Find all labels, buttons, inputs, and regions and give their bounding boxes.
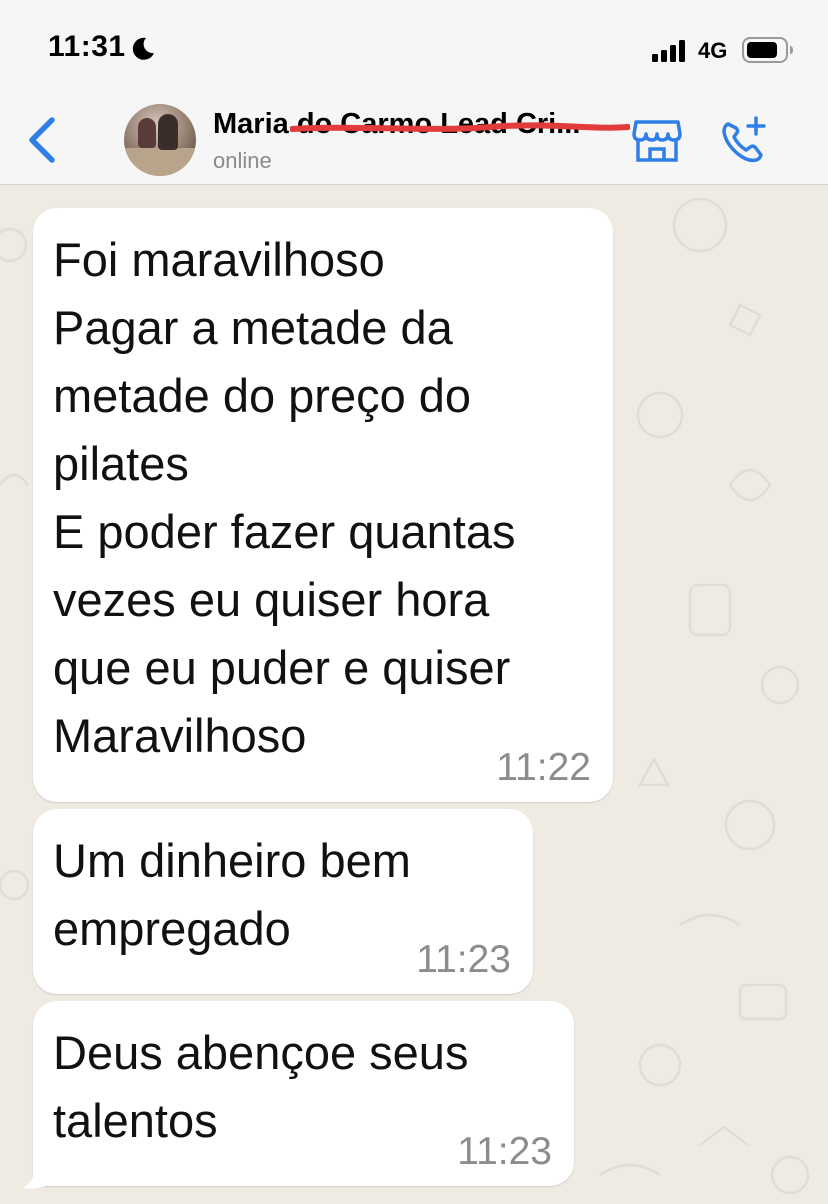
- message-bubble[interactable]: Deus abençoe seus talentos 11:23: [33, 1001, 574, 1186]
- message-bubble[interactable]: Foi maravilhoso Pagar a metade da metade…: [33, 208, 613, 802]
- contact-status: online: [213, 148, 272, 173]
- signal-icon: [652, 40, 685, 62]
- chat-header: Maria do Carmo Lead Cri... online: [0, 100, 828, 185]
- shop-icon[interactable]: [632, 118, 682, 164]
- bubble-tail: [22, 1170, 50, 1189]
- back-chevron-icon[interactable]: [20, 114, 64, 166]
- chat-area[interactable]: Foi maravilhoso Pagar a metade da metade…: [0, 185, 828, 1204]
- message-time: 11:23: [416, 938, 511, 981]
- status-bar: 11:31 4G: [0, 0, 828, 100]
- message-text: Foi maravilhoso Pagar a metade da metade…: [53, 233, 516, 762]
- redaction-strike: [290, 122, 630, 132]
- message-time: 11:23: [457, 1130, 552, 1173]
- battery-icon: [742, 37, 793, 63]
- message-time: 11:22: [496, 746, 591, 789]
- message-bubble[interactable]: Um dinheiro bem empregado 11:23: [33, 809, 533, 994]
- add-call-icon[interactable]: [718, 114, 770, 164]
- message-text: Um dinheiro bem empregado: [53, 834, 411, 955]
- status-time: 11:31: [48, 30, 126, 63]
- moon-icon: [132, 37, 154, 60]
- avatar[interactable]: [124, 104, 196, 176]
- network-label: 4G: [698, 38, 728, 63]
- message-text: Deus abençoe seus talentos: [53, 1026, 469, 1147]
